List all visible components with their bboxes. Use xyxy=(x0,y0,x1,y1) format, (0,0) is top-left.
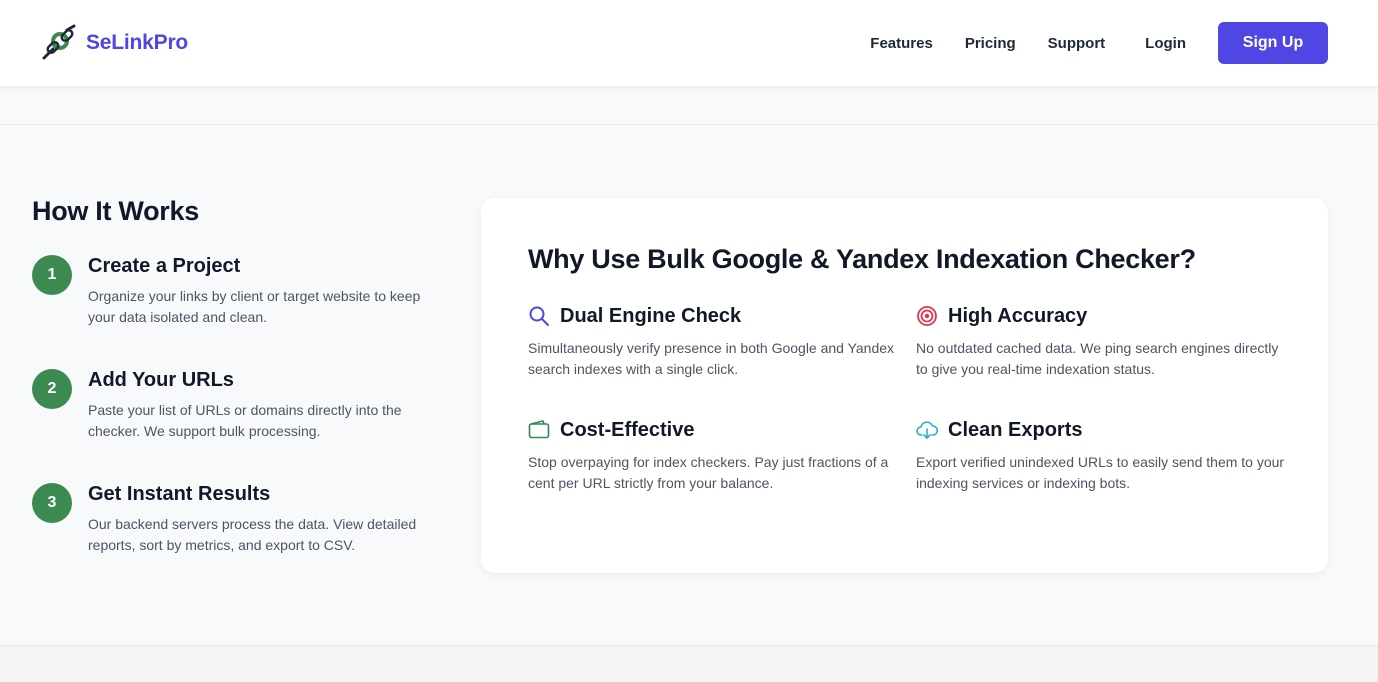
feature-description: Stop overpaying for index checkers. Pay … xyxy=(528,454,889,491)
step-number-badge: 2 xyxy=(32,369,72,409)
chain-link-logo-icon xyxy=(42,24,76,60)
step-description: Our backend servers process the data. Vi… xyxy=(88,516,417,553)
feature-title: Cost-Effective xyxy=(560,419,695,441)
step-title: Create a Project xyxy=(88,255,241,277)
brand-name: SeLinkPro xyxy=(86,31,189,54)
nav-link-support[interactable]: Support xyxy=(1048,35,1106,52)
sign-up-button[interactable]: Sign Up xyxy=(1218,22,1328,64)
main-nav: Features Pricing Support Login Sign Up xyxy=(870,22,1328,64)
section-divider-top xyxy=(0,124,1378,125)
feature-clean-exports: Clean Exports Export verified unindexed … xyxy=(916,415,1286,505)
step-title: Get Instant Results xyxy=(88,483,271,505)
next-section-band xyxy=(0,646,1378,682)
feature-description: Export verified unindexed URLs to easily… xyxy=(916,454,1285,491)
feature-cost-effective: Cost-Effective Stop overpaying for index… xyxy=(528,415,898,505)
search-icon xyxy=(529,306,549,326)
target-icon xyxy=(917,306,937,326)
wallet-icon xyxy=(528,420,550,439)
feature-high-accuracy: High Accuracy No outdated cached data. W… xyxy=(916,301,1286,391)
cloud-download-icon xyxy=(916,421,938,439)
step-item-get-results: 3 Get Instant Results Our backend server… xyxy=(32,483,452,573)
step-description: Paste your list of URLs or domains direc… xyxy=(88,402,402,439)
login-link[interactable]: Login xyxy=(1145,35,1186,52)
brand-logo-link[interactable]: SeLinkPro xyxy=(40,24,188,62)
feature-description: Simultaneously verify presence in both G… xyxy=(528,340,895,377)
feature-title: Dual Engine Check xyxy=(560,305,742,327)
step-number-badge: 3 xyxy=(32,483,72,523)
feature-description: No outdated cached data. We ping search … xyxy=(916,340,1279,377)
feature-title: High Accuracy xyxy=(948,305,1088,327)
step-number-badge: 1 xyxy=(32,255,72,295)
why-use-card: Why Use Bulk Google & Yandex Indexation … xyxy=(481,198,1328,573)
step-title: Add Your URLs xyxy=(88,369,234,391)
nav-link-pricing[interactable]: Pricing xyxy=(965,35,1016,52)
feature-title: Clean Exports xyxy=(948,419,1083,441)
why-use-title: Why Use Bulk Google & Yandex Indexation … xyxy=(528,244,1196,274)
feature-dual-engine-check: Dual Engine Check Simultaneously verify … xyxy=(528,301,898,391)
step-item-create-project: 1 Create a Project Organize your links b… xyxy=(32,255,452,345)
nav-link-features[interactable]: Features xyxy=(870,35,933,52)
step-item-add-urls: 2 Add Your URLs Paste your list of URLs … xyxy=(32,369,452,459)
top-navbar: SeLinkPro Features Pricing Support Login… xyxy=(0,0,1378,87)
step-description: Organize your links by client or target … xyxy=(88,288,421,325)
how-it-works-title: How It Works xyxy=(32,196,199,226)
